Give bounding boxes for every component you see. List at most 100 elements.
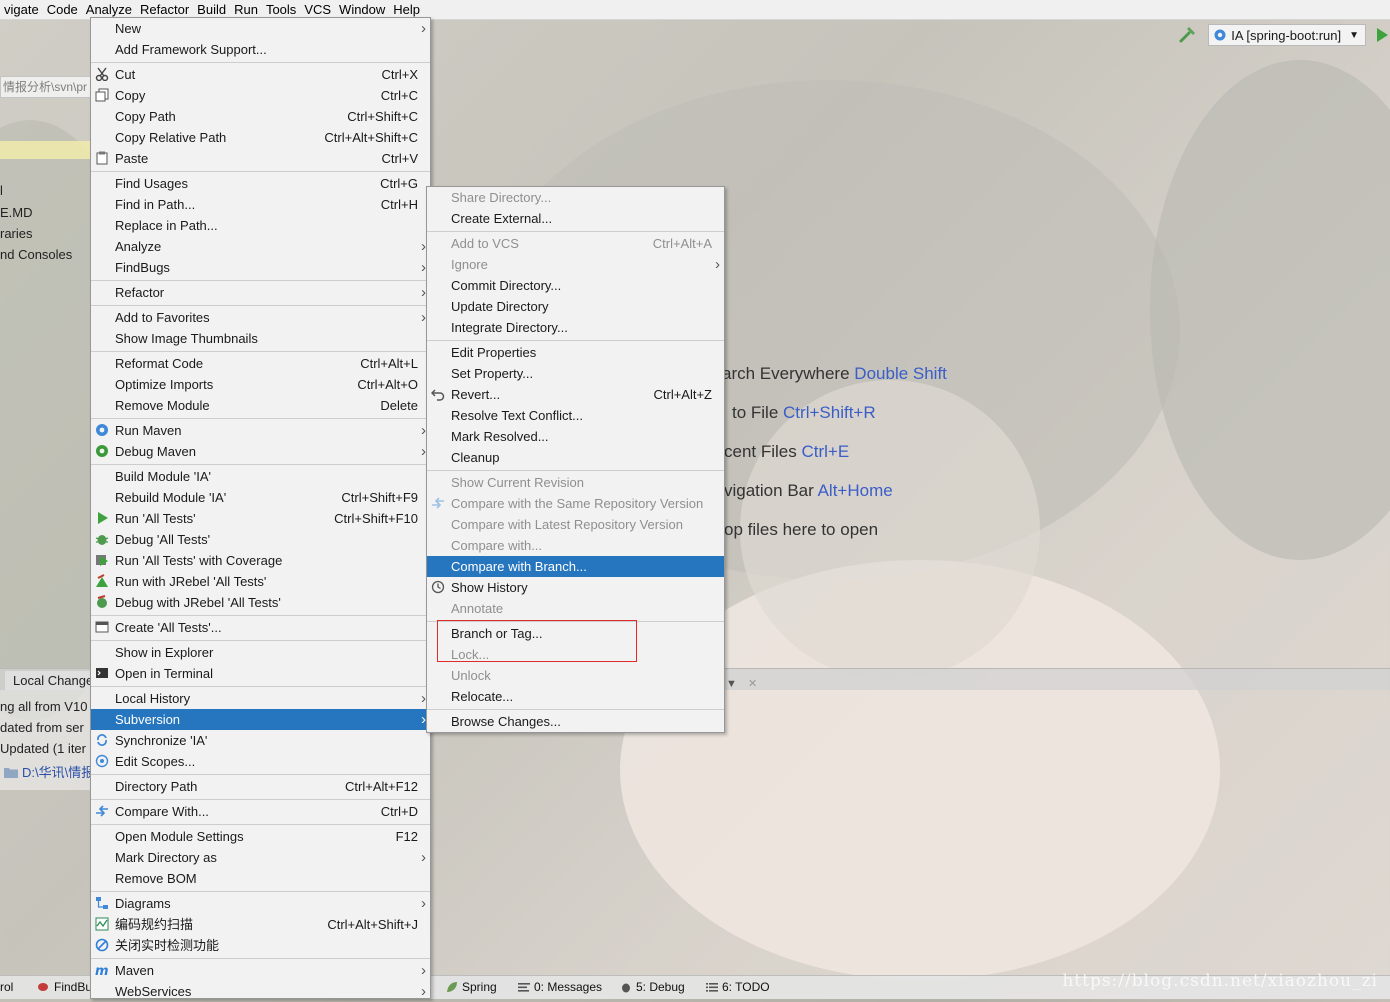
menu-item-rebuild-module-ia[interactable]: Rebuild Module 'IA' Ctrl+Shift+F9 <box>91 487 430 508</box>
menu-item-subversion[interactable]: Subversion › <box>91 709 430 730</box>
menu-item-show-current-revision: Show Current Revision <box>427 472 724 493</box>
menu-item-update-directory[interactable]: Update Directory <box>427 296 724 317</box>
menu-item-debug-with-jrebel-all-tests[interactable]: Debug with JRebel 'All Tests' <box>91 592 430 613</box>
menu-item-label: Remove Module <box>115 398 210 413</box>
menu-item-set-property[interactable]: Set Property... <box>427 363 724 384</box>
menu-item-show-image-thumbnails[interactable]: Show Image Thumbnails <box>91 328 430 349</box>
menu-item-optimize-imports[interactable]: Optimize Imports Ctrl+Alt+O <box>91 374 430 395</box>
menu-item-label: Compare with Latest Repository Version <box>451 517 683 532</box>
menu-separator <box>91 891 430 892</box>
tree-item[interactable]: l <box>0 183 3 198</box>
menu-item-cleanup[interactable]: Cleanup <box>427 447 724 468</box>
menu-item-label: Annotate <box>451 601 504 616</box>
menu-item-local-history[interactable]: Local History › <box>91 688 430 709</box>
menu-item-show-in-explorer[interactable]: Show in Explorer <box>91 642 430 663</box>
menu-item-add-to-vcs: Add to VCS Ctrl+Alt+A <box>427 233 724 254</box>
tool-tab-spring[interactable]: Spring <box>446 980 497 994</box>
menu-item-integrate-directory[interactable]: Integrate Directory... <box>427 317 724 338</box>
submenu-arrow-icon: › <box>421 849 426 866</box>
menu-item-analyze[interactable]: Analyze › <box>91 236 430 257</box>
menu-item-findbugs[interactable]: FindBugs › <box>91 257 430 278</box>
build-hammer-icon[interactable] <box>1178 25 1198 45</box>
tab-local-changes[interactable]: Local Change <box>5 671 102 690</box>
menu-item-remove-bom[interactable]: Remove BOM <box>91 868 430 889</box>
menu-item-debug-all-tests[interactable]: Debug 'All Tests' <box>91 529 430 550</box>
menu-separator <box>427 340 724 341</box>
menu-item-compare-with-branch[interactable]: Compare with Branch... <box>427 556 724 577</box>
menu-item-create-all-tests[interactable]: Create 'All Tests'... <box>91 617 430 638</box>
tree-item[interactable]: raries <box>0 226 33 241</box>
dropdown-arrow-icon[interactable]: ▼ <box>726 678 737 690</box>
tree-item[interactable]: E.MD <box>0 205 33 220</box>
menu-item-open-module-settings[interactable]: Open Module Settings F12 <box>91 826 430 847</box>
menu-item-browse-changes[interactable]: Browse Changes... <box>427 711 724 732</box>
menu-item-label: Replace in Path... <box>115 218 218 233</box>
menu-item-directory-path[interactable]: Directory Path Ctrl+Alt+F12 <box>91 776 430 797</box>
tool-tab-debug[interactable]: 5: Debug <box>620 980 685 994</box>
menu-item-copy[interactable]: Copy Ctrl+C <box>91 85 430 106</box>
menu-item-run-with-jrebel-all-tests[interactable]: Run with JRebel 'All Tests' <box>91 571 430 592</box>
run-config-dropdown[interactable]: IA [spring-boot:run] ▼ <box>1208 24 1366 46</box>
menu-item-item[interactable]: 关闭实时检测功能 <box>91 935 430 956</box>
menu-item-label: Find Usages <box>115 176 188 191</box>
menu-item-edit-properties[interactable]: Edit Properties <box>427 342 724 363</box>
menu-item-copy-relative-path[interactable]: Copy Relative Path Ctrl+Alt+Shift+C <box>91 127 430 148</box>
log-path-line[interactable]: D:\华讯\情报 <box>4 762 94 781</box>
menu-item-create-external[interactable]: Create External... <box>427 208 724 229</box>
menu-item-run-all-tests[interactable]: Run 'All Tests' Ctrl+Shift+F10 <box>91 508 430 529</box>
close-icon[interactable]: ✕ <box>748 678 757 690</box>
menu-item-remove-module[interactable]: Remove Module Delete <box>91 395 430 416</box>
menu-item-revert[interactable]: Revert... Ctrl+Alt+Z <box>427 384 724 405</box>
hint-navigation-bar: vigation Bar Alt+Home <box>724 481 893 501</box>
menu-item-find-in-path[interactable]: Find in Path... Ctrl+H <box>91 194 430 215</box>
menu-item-maven[interactable]: m Maven › <box>91 960 430 981</box>
menu-item-edit-scopes[interactable]: Edit Scopes... <box>91 751 430 772</box>
menu-item-shortcut: Ctrl+Alt+Z <box>653 387 712 402</box>
tool-tab-messages[interactable]: 0: Messages <box>518 980 602 994</box>
menu-item-label: Mark Directory as <box>115 850 217 865</box>
menu-item-relocate[interactable]: Relocate... <box>427 686 724 707</box>
menu-item-refactor[interactable]: Refactor › <box>91 282 430 303</box>
menu-item-run-all-tests-with-coverage[interactable]: Run 'All Tests' with Coverage <box>91 550 430 571</box>
menu-item-find-usages[interactable]: Find Usages Ctrl+G <box>91 173 430 194</box>
menu-item-diagrams[interactable]: Diagrams › <box>91 893 430 914</box>
menu-item-show-history[interactable]: Show History <box>427 577 724 598</box>
menu-item-copy-path[interactable]: Copy Path Ctrl+Shift+C <box>91 106 430 127</box>
menu-item-label: Directory Path <box>115 779 198 794</box>
menu-item-compare-with[interactable]: Compare With... Ctrl+D <box>91 801 430 822</box>
menu-item-label: Mark Resolved... <box>451 429 549 444</box>
menu-item-label: Run Maven <box>115 423 182 438</box>
run-play-icon[interactable] <box>1374 26 1390 44</box>
menu-item-mark-directory-as[interactable]: Mark Directory as › <box>91 847 430 868</box>
menu-item-label: Ignore <box>451 257 488 272</box>
menu-item-paste[interactable]: Paste Ctrl+V <box>91 148 430 169</box>
menubar-code[interactable]: Code <box>43 0 82 20</box>
menu-item-label: Diagrams <box>115 896 171 911</box>
menu-item-item[interactable]: 编码规约扫描 Ctrl+Alt+Shift+J <box>91 914 430 935</box>
menu-item-commit-directory[interactable]: Commit Directory... <box>427 275 724 296</box>
tool-tab-findbugs[interactable]: FindBu <box>36 980 92 994</box>
menu-item-add-to-favorites[interactable]: Add to Favorites › <box>91 307 430 328</box>
tree-item[interactable]: nd Consoles <box>0 247 72 262</box>
menu-item-add-framework-support[interactable]: Add Framework Support... <box>91 39 430 60</box>
menu-item-reformat-code[interactable]: Reformat Code Ctrl+Alt+L <box>91 353 430 374</box>
menu-item-cut[interactable]: Cut Ctrl+X <box>91 64 430 85</box>
annotation-highlight-box <box>437 620 637 662</box>
menu-item-new[interactable]: New › <box>91 18 430 39</box>
menu-item-shortcut: Ctrl+D <box>380 804 418 819</box>
menu-item-synchronize-ia[interactable]: Synchronize 'IA' <box>91 730 430 751</box>
menu-item-shortcut: Ctrl+Alt+L <box>360 356 418 371</box>
tool-tab-todo[interactable]: 6: TODO <box>706 980 770 994</box>
debug-bug-icon <box>95 535 109 545</box>
menubar-vigate[interactable]: vigate <box>0 0 43 20</box>
menu-item-open-in-terminal[interactable]: Open in Terminal <box>91 663 430 684</box>
menu-item-debug-maven[interactable]: Debug Maven › <box>91 441 430 462</box>
scissors-icon <box>95 67 109 81</box>
menu-item-mark-resolved[interactable]: Mark Resolved... <box>427 426 724 447</box>
menu-separator <box>91 615 430 616</box>
tool-tab-control[interactable]: rol <box>0 980 13 994</box>
menu-item-run-maven[interactable]: Run Maven › <box>91 420 430 441</box>
menu-item-resolve-text-conflict[interactable]: Resolve Text Conflict... <box>427 405 724 426</box>
menu-item-build-module-ia[interactable]: Build Module 'IA' <box>91 466 430 487</box>
menu-item-replace-in-path[interactable]: Replace in Path... <box>91 215 430 236</box>
